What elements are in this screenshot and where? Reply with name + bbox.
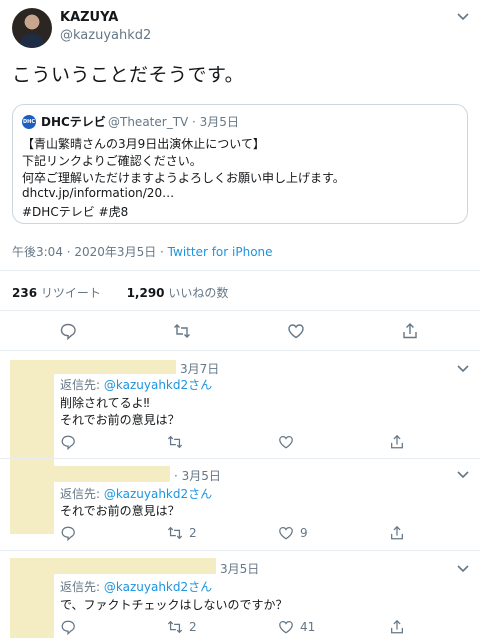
quoted-line: 【青山繁晴さんの3月9日出演休止について】: [22, 137, 265, 151]
heart-icon[interactable]: [278, 525, 294, 541]
reply-icon[interactable]: [60, 434, 76, 450]
reply-like-count: 41: [300, 620, 316, 634]
chevron-down-icon[interactable]: [456, 364, 470, 374]
timestamp[interactable]: 午後3:04 · 2020年3月5日 ·: [12, 245, 164, 259]
reply-date[interactable]: · 3月5日: [174, 467, 221, 484]
tweet-text: こういうことだそうです。: [12, 64, 245, 86]
chevron-down-icon[interactable]: [456, 564, 470, 574]
timestamp-row: 午後3:04 · 2020年3月5日 · Twitter for iPhone: [12, 243, 273, 260]
reply-icon[interactable]: [59, 322, 77, 340]
reply-icon[interactable]: [60, 619, 76, 635]
reply-prefix: 返信先:: [60, 487, 101, 501]
share-icon[interactable]: [389, 619, 405, 635]
quoted-author-name: DHCテレビ: [41, 115, 106, 129]
reply-text: それでお前の意見は？: [60, 504, 180, 518]
reply-prefix: 返信先:: [60, 378, 101, 392]
reply-handle[interactable]: @kazuyahkd2さん: [104, 378, 212, 392]
reply-retweet-count: 2: [189, 620, 197, 634]
censored-avatar: [10, 558, 54, 638]
source-link[interactable]: Twitter for iPhone: [168, 245, 273, 259]
share-icon[interactable]: [389, 525, 405, 541]
divider: [0, 458, 480, 459]
reply-retweet-count: 2: [189, 526, 197, 540]
divider: [0, 270, 480, 271]
retweet-label[interactable]: リツイート: [41, 286, 101, 300]
retweet-icon[interactable]: [167, 525, 183, 541]
chevron-down-icon[interactable]: [456, 470, 470, 480]
reply-text: 削除されてるよ‼: [60, 396, 150, 410]
quoted-tweet[interactable]: DHC DHCテレビ @Theater_TV · 3月5日 【青山繁晴さんの3月…: [12, 104, 468, 224]
reply-date[interactable]: 3月7日: [180, 360, 219, 377]
heart-icon[interactable]: [278, 619, 294, 635]
retweet-icon[interactable]: [167, 434, 183, 450]
quoted-handle-date: @Theater_TV · 3月5日: [108, 115, 239, 129]
heart-icon[interactable]: [278, 434, 294, 450]
reply-text: それでお前の意見は？: [60, 413, 180, 427]
retweet-count[interactable]: 236: [12, 286, 37, 300]
divider: [0, 550, 480, 551]
quoted-hashtags: #DHCテレビ #虎8: [22, 205, 129, 219]
quoted-line: 下記リンクよりご確認ください。: [22, 154, 202, 168]
divider: [0, 310, 480, 311]
reply-like-count: 9: [300, 526, 308, 540]
author-handle[interactable]: @kazuyahkd2: [60, 28, 151, 43]
share-icon[interactable]: [389, 434, 405, 450]
author-name[interactable]: KAZUYA: [60, 10, 118, 25]
censored-name: [52, 558, 216, 574]
reply-handle[interactable]: @kazuyahkd2さん: [104, 580, 212, 594]
quoted-line: 何卒ご理解いただけますようよろしくお願い申し上げます。: [22, 171, 345, 185]
avatar[interactable]: [12, 8, 52, 48]
like-count[interactable]: 1,290: [127, 286, 165, 300]
chevron-down-icon[interactable]: [456, 12, 470, 22]
censored-avatar: [10, 466, 54, 534]
divider: [0, 350, 480, 351]
reply-handle[interactable]: @kazuyahkd2さん: [104, 487, 212, 501]
like-label[interactable]: いいねの数: [168, 286, 228, 300]
reply-text: で、ファクトチェックはしないのですか？: [60, 598, 288, 612]
reply-icon[interactable]: [60, 525, 76, 541]
dhc-logo: DHC: [22, 115, 36, 129]
retweet-icon[interactable]: [173, 322, 191, 340]
stats-row: 236 リツイート 1,290 いいねの数: [12, 284, 228, 301]
share-icon[interactable]: [401, 322, 419, 340]
heart-icon[interactable]: [287, 322, 305, 340]
reply-date[interactable]: 3月5日: [220, 560, 259, 577]
censored-name: [52, 466, 170, 482]
censored-name: [52, 360, 176, 374]
retweet-icon[interactable]: [167, 619, 183, 635]
quoted-link: dhctv.jp/information/20…: [22, 186, 175, 200]
reply-prefix: 返信先:: [60, 580, 101, 594]
